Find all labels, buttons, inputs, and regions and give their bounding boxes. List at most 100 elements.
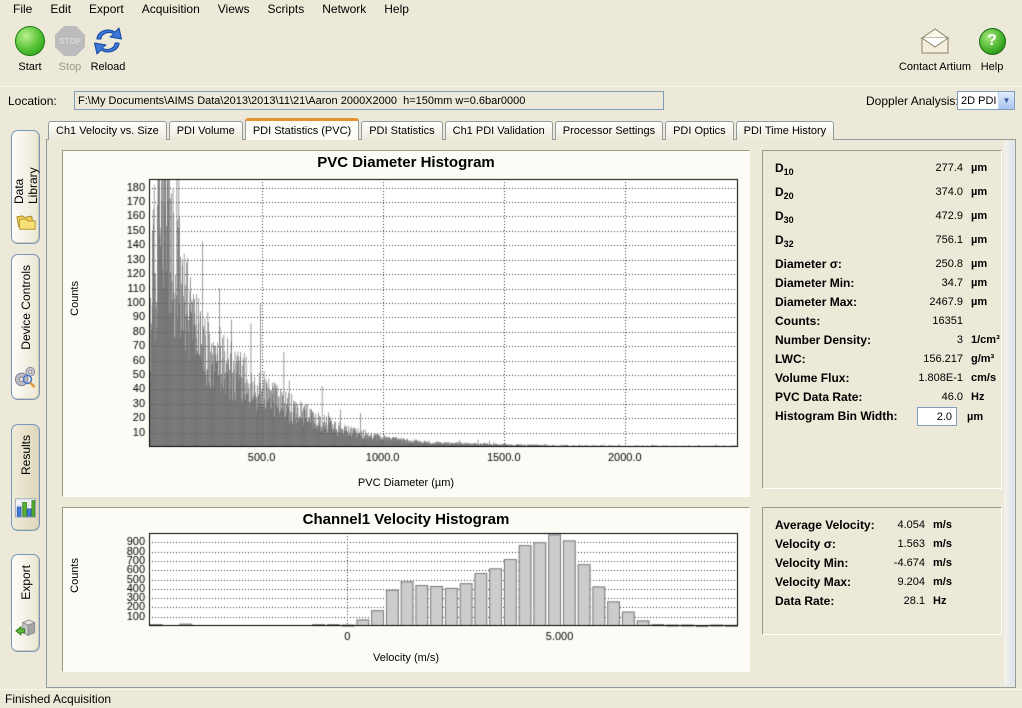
y-axis-label: Counts xyxy=(69,281,81,316)
stat-unit: Hz xyxy=(933,595,946,607)
tab-strip: Ch1 Velocity vs. SizePDI VolumePDI Stati… xyxy=(48,118,836,140)
stat-unit: µm xyxy=(971,277,987,289)
stat-value: 4.054 xyxy=(835,519,925,531)
stat-row: D30472.9µm xyxy=(775,209,989,233)
export-icon xyxy=(14,618,37,643)
folders-icon xyxy=(14,210,38,235)
stat-row: LWC:156.217g/m³ xyxy=(775,352,989,371)
stat-unit: µm xyxy=(971,186,987,198)
tab-pdi-volume[interactable]: PDI Volume xyxy=(169,121,243,140)
stat-value: 756.1 xyxy=(873,234,963,246)
stat-row: Volume Flux:1.808E-1cm/s xyxy=(775,371,989,390)
tab-pdi-statistics[interactable]: PDI Statistics xyxy=(361,121,442,140)
menu-network[interactable]: Network xyxy=(313,0,375,19)
stat-row: Velocity Max:9.204m/s xyxy=(775,575,989,594)
sidebar-item-label: Results xyxy=(19,435,33,475)
stat-label-subscript: 32 xyxy=(784,239,794,249)
histogram-bin-width-input[interactable] xyxy=(917,407,957,426)
velocity-statistics-panel: Average Velocity:4.054m/sVelocity σ:1.56… xyxy=(762,507,1002,635)
menu-scripts[interactable]: Scripts xyxy=(259,0,314,19)
help-button[interactable]: ? Help xyxy=(972,23,1012,73)
tab-pdi-time-history[interactable]: PDI Time History xyxy=(736,121,835,140)
menu-export[interactable]: Export xyxy=(80,0,133,19)
stat-label-subscript: 30 xyxy=(784,215,794,225)
doppler-analysis-label: Doppler Analysis: xyxy=(866,94,959,108)
tab-pdi-statistics-pvc[interactable]: PDI Statistics (PVC) xyxy=(245,118,359,140)
stat-row: Velocity σ:1.563m/s xyxy=(775,537,989,556)
stat-value: 1.808E-1 xyxy=(873,372,963,384)
stat-label: Diameter σ: xyxy=(775,257,842,271)
stat-value: 9.204 xyxy=(835,576,925,588)
sidebar-item-data-library[interactable]: Data Library xyxy=(11,130,40,244)
chevron-down-icon[interactable]: ▼ xyxy=(998,92,1014,109)
stat-value: -4.674 xyxy=(835,557,925,569)
stat-value: 46.0 xyxy=(873,391,963,403)
stat-label: D xyxy=(775,209,784,223)
stat-label: Counts: xyxy=(775,314,820,328)
stat-label: Velocity σ: xyxy=(775,537,836,551)
menu-help[interactable]: Help xyxy=(375,0,418,19)
menu-acquisition[interactable]: Acquisition xyxy=(133,0,209,19)
menu-file[interactable]: File xyxy=(4,0,41,19)
contact-artium-button[interactable]: Contact Artium xyxy=(898,23,972,73)
toolbar: Start STOP Stop Reload Contact Artium ? xyxy=(0,19,1022,83)
x-axis-label: PVC Diameter (µm) xyxy=(63,477,749,489)
sidebar-item-label: Data Library xyxy=(12,141,40,204)
stat-value: 472.9 xyxy=(873,210,963,222)
sidebar-item-device-controls[interactable]: Device Controls xyxy=(11,254,40,400)
stat-row: Data Rate:28.1Hz xyxy=(775,594,989,613)
tab-ch1-pdi-validation[interactable]: Ch1 PDI Validation xyxy=(445,121,553,140)
stat-unit: m/s xyxy=(933,519,952,531)
reload-button[interactable]: Reload xyxy=(84,23,132,73)
tab-pdi-optics[interactable]: PDI Optics xyxy=(665,121,734,140)
stat-row: Diameter σ:250.8µm xyxy=(775,257,989,276)
stat-label: D xyxy=(775,233,784,247)
stat-unit: cm/s xyxy=(971,372,996,384)
stat-row: Diameter Max:2467.9µm xyxy=(775,295,989,314)
stat-value: 2467.9 xyxy=(873,296,963,308)
stat-row: Average Velocity:4.054m/s xyxy=(775,518,989,537)
stat-unit: m/s xyxy=(933,576,952,588)
stat-label: Data Rate: xyxy=(775,594,834,608)
envelope-icon xyxy=(917,26,953,56)
menu-views[interactable]: Views xyxy=(209,0,259,19)
location-label: Location: xyxy=(8,94,57,108)
stat-row: Number Density:31/cm³ xyxy=(775,333,989,352)
pvc-diameter-histogram-chart: PVC Diameter Histogram Counts PVC Diamet… xyxy=(62,150,750,497)
bar-chart-icon xyxy=(14,497,37,522)
stat-label: D xyxy=(775,161,784,175)
stat-unit: Hz xyxy=(971,391,984,403)
location-field[interactable] xyxy=(74,91,664,110)
stat-unit: µm xyxy=(967,411,983,423)
stat-row: D20374.0µm xyxy=(775,185,989,209)
menu-edit[interactable]: Edit xyxy=(41,0,80,19)
tab-ch1-velocity-vs-size[interactable]: Ch1 Velocity vs. Size xyxy=(48,121,167,140)
contact-artium-label: Contact Artium xyxy=(898,61,972,73)
stat-label: Diameter Min: xyxy=(775,276,854,290)
status-text: Finished Acquisition xyxy=(5,692,111,706)
stat-row: D32 756.1 µm xyxy=(775,233,989,257)
y-axis-label: Counts xyxy=(69,558,81,593)
stat-value: 277.4 xyxy=(873,162,963,174)
stat-label: Volume Flux: xyxy=(775,371,849,385)
stat-label-subscript: 20 xyxy=(784,191,794,201)
stat-unit: µm xyxy=(971,234,987,246)
stat-value: 1.563 xyxy=(835,538,925,550)
velocity-histogram-chart: Channel1 Velocity Histogram Counts Veloc… xyxy=(62,507,750,672)
panel-scrollbar[interactable] xyxy=(1004,141,1014,686)
stat-label: Diameter Max: xyxy=(775,295,857,309)
help-icon: ? xyxy=(979,28,1006,55)
stat-row: Velocity Min:-4.674m/s xyxy=(775,556,989,575)
stat-row: D10277.4µm xyxy=(775,161,989,185)
sidebar-item-results[interactable]: Results xyxy=(11,424,40,531)
sidebar-item-export[interactable]: Export xyxy=(11,554,40,652)
stat-label: Histogram Bin Width: xyxy=(775,409,898,423)
stat-unit: m/s xyxy=(933,557,952,569)
doppler-analysis-select[interactable]: 2D PDI ▼ xyxy=(957,91,1015,110)
stat-label: D xyxy=(775,185,784,199)
stat-value: 34.7 xyxy=(873,277,963,289)
help-button-label: Help xyxy=(972,61,1012,73)
stat-label-subscript: 10 xyxy=(784,167,794,177)
tab-processor-settings[interactable]: Processor Settings xyxy=(555,121,663,140)
stat-row: Counts:16351 xyxy=(775,314,989,333)
